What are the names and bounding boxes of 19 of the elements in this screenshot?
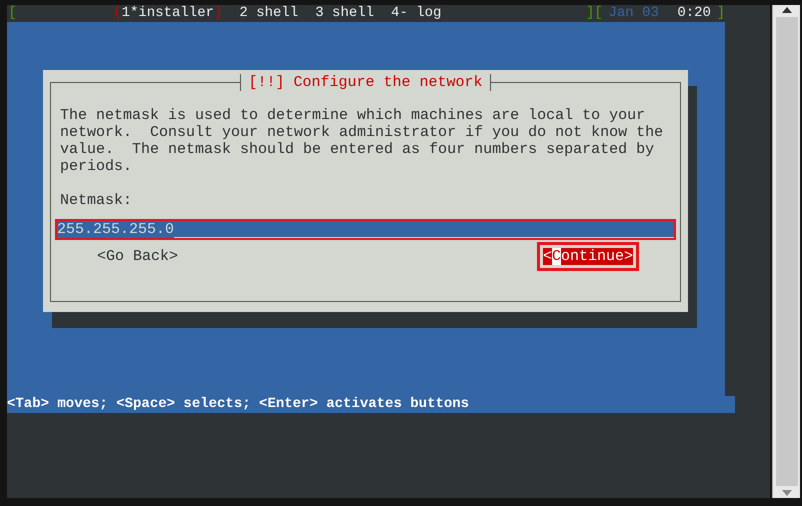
- field-label: Netmask:: [60, 192, 134, 209]
- bracket: ]: [716, 5, 726, 22]
- scroll-up-icon[interactable]: [782, 7, 792, 13]
- netmask-field[interactable]: 255.255.255.0: [57, 221, 674, 238]
- window-tab[interactable]: 2 shell: [239, 5, 298, 22]
- bracket: [: [8, 5, 17, 22]
- scroll-down-icon[interactable]: [782, 490, 792, 496]
- window-tab[interactable]: 3 shell: [315, 5, 374, 22]
- dialog-title: [!!] Configure the network: [240, 74, 491, 91]
- dialog-button[interactable]: <Go Back>: [97, 248, 178, 265]
- scrollbar[interactable]: [772, 5, 800, 498]
- description-text: The netmask is used to determine which machines are local to your network. Consult your network administrator if you do not know the value. The netmask should be entered as four numbers separated by periods.: [60, 107, 664, 175]
- scroll-thumb[interactable]: [776, 17, 798, 486]
- window-tab[interactable]: (1*installer): [113, 5, 222, 22]
- dialog-button[interactable]: <Continue>: [542, 248, 633, 265]
- date-text: Jan 03: [608, 5, 659, 22]
- bracket: ][: [586, 5, 603, 22]
- time-text: 0:20: [677, 5, 711, 22]
- window-tab[interactable]: 4- log: [391, 5, 442, 22]
